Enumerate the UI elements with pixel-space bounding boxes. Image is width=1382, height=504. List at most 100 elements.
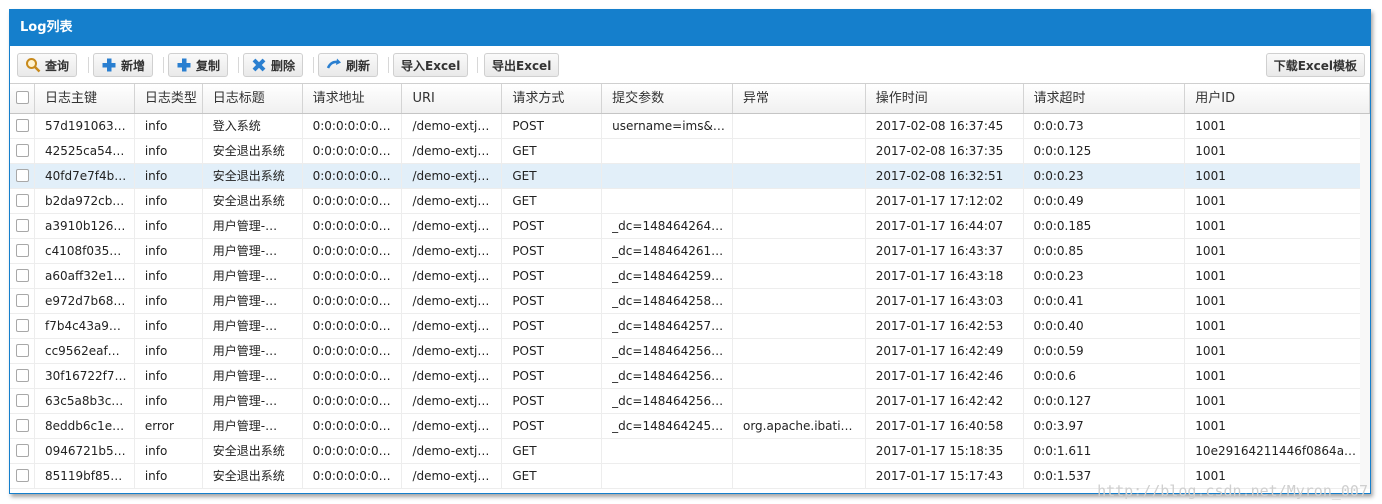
table-row[interactable]: 30f16722f7… info 用户管理-… 0:0:0:0:0:0…/demo-e… [10, 364, 1370, 389]
table-cell: 用户管理-… [203, 289, 303, 313]
table-cell: cc9562eaf… [35, 339, 135, 363]
table-cell: POST [502, 289, 603, 313]
table-row[interactable]: 63c5a8b3c… info 用户管理-… 0:0:0:0:0:0…/demo-ex… [10, 389, 1370, 414]
table-cell: 1001 [1185, 114, 1370, 138]
table-row[interactable]: cc9562eaf… info 用户管理-… 0:0:0:0:0:0…/demo-ex… [10, 339, 1370, 364]
row-checkbox[interactable] [10, 389, 35, 413]
table-row[interactable]: 57d191063… info 登入系统 0:0:0:0:0:0…/demo-extj… [10, 114, 1370, 139]
table-cell: 0:0:0:0:0:0… [303, 239, 403, 263]
column-header[interactable]: 请求地址 [303, 84, 403, 113]
column-header[interactable]: 日志主键 [35, 84, 135, 113]
table-cell [733, 289, 866, 313]
column-header[interactable]: 请求超时 [1024, 84, 1186, 113]
table-cell: _dc=148464258… [602, 289, 733, 313]
select-all-checkbox[interactable] [10, 84, 35, 113]
table-cell: 2017-02-08 16:37:35 [866, 139, 1024, 163]
row-checkbox[interactable] [10, 189, 35, 213]
refresh-button[interactable]: 刷新 [318, 53, 379, 77]
row-checkbox[interactable] [10, 339, 35, 363]
row-checkbox[interactable] [10, 364, 35, 388]
table-cell: 0:0:0:0:0:0… [303, 439, 403, 463]
table-cell: 安全退出系统 [203, 464, 303, 488]
import-excel-button[interactable]: 导入Excel [393, 53, 469, 77]
plus-icon [101, 57, 117, 73]
table-cell: 10e29164211446f0864a… [1185, 439, 1370, 463]
row-checkbox[interactable] [10, 464, 35, 488]
add-button[interactable]: 新增 [93, 53, 154, 77]
table-cell: POST [502, 214, 603, 238]
table-cell: 2017-02-08 16:37:45 [866, 114, 1024, 138]
table-cell: 0:0:0:0:0:0… [303, 114, 403, 138]
table-cell: GET [502, 164, 603, 188]
table-row[interactable]: e972d7b68… info 用户管理-… 0:0:0:0:0:0…/demo-ex… [10, 289, 1370, 314]
table-row[interactable]: 0946721b5… info 安全退出系统 0:0:0:0:0:0…/demo-ex… [10, 439, 1370, 464]
table-cell: 0:0:0:0:0:0… [303, 139, 403, 163]
column-header[interactable]: 提交参数 [602, 84, 733, 113]
table-cell: GET [502, 189, 603, 213]
table-cell: 2017-01-17 16:40:58 [866, 414, 1024, 438]
table-cell: /demo-extj… [402, 289, 503, 313]
table-cell: /demo-extj… [402, 439, 503, 463]
table-row[interactable]: a3910b126… info 用户管理-… 0:0:0:0:0:0…/demo-ex… [10, 214, 1370, 239]
column-header[interactable]: 异常 [733, 84, 866, 113]
table-cell [602, 464, 733, 488]
table-row[interactable]: a60aff32e1… info 用户管理-… 0:0:0:0:0:0…/demo-e… [10, 264, 1370, 289]
column-header[interactable]: 日志标题 [203, 84, 303, 113]
table-cell: info [135, 289, 203, 313]
table-cell: 安全退出系统 [203, 139, 303, 163]
copy-label: 复制 [196, 58, 221, 73]
table-cell: 2017-01-17 16:44:07 [866, 214, 1024, 238]
table-row[interactable]: c4108f035… info 用户管理-… 0:0:0:0:0:0…/demo-ex… [10, 239, 1370, 264]
toolbar-separator [88, 57, 89, 73]
table-row[interactable]: 42525ca54… info 安全退出系统 0:0:0:0:0:0…/demo-ex… [10, 139, 1370, 164]
table-cell: 0:0:0.59 [1024, 339, 1186, 363]
table-cell: 0:0:0:0:0:0… [303, 414, 403, 438]
table-cell: /demo-extj… [402, 414, 503, 438]
vertical-scrollbar[interactable] [1360, 114, 1370, 489]
table-cell: 用户管理-… [203, 314, 303, 338]
table-cell: 2017-01-17 16:42:46 [866, 364, 1024, 388]
column-header[interactable]: URI [402, 84, 503, 113]
table-cell: 2017-01-17 15:18:35 [866, 439, 1024, 463]
table-cell: 1001 [1185, 139, 1370, 163]
row-checkbox[interactable] [10, 314, 35, 338]
column-header[interactable]: 操作时间 [866, 84, 1024, 113]
download-template-button[interactable]: 下载Excel模板 [1265, 53, 1365, 77]
table-cell: 0:0:0.85 [1024, 239, 1186, 263]
table-cell: 0:0:0.73 [1024, 114, 1186, 138]
row-checkbox[interactable] [10, 264, 35, 288]
table-cell: 安全退出系统 [203, 164, 303, 188]
row-checkbox[interactable] [10, 414, 35, 438]
table-cell: POST [502, 339, 603, 363]
row-checkbox[interactable] [10, 439, 35, 463]
table-cell: 0:0:0.6 [1024, 364, 1186, 388]
table-cell: info [135, 139, 203, 163]
table-cell: e972d7b68… [35, 289, 135, 313]
delete-button[interactable]: 删除 [243, 53, 304, 77]
row-checkbox[interactable] [10, 214, 35, 238]
table-cell: 0:0:0.185 [1024, 214, 1186, 238]
row-checkbox[interactable] [10, 289, 35, 313]
table-cell: 安全退出系统 [203, 189, 303, 213]
table-cell: /demo-extj… [402, 314, 503, 338]
query-button[interactable]: 查询 [17, 53, 78, 77]
copy-button[interactable]: 复制 [168, 53, 229, 77]
table-row[interactable]: b2da972cb… info 安全退出系统 0:0:0:0:0:0…/demo-ex… [10, 189, 1370, 214]
table-cell: 0:0:0:0:0:0… [303, 214, 403, 238]
column-header[interactable]: 日志类型 [135, 84, 203, 113]
table-row[interactable]: 8eddb6c1e… error 用户管理-… 0:0:0:0:0:0…/demo-e… [10, 414, 1370, 439]
row-checkbox[interactable] [10, 164, 35, 188]
export-excel-button[interactable]: 导出Excel [484, 53, 560, 77]
table-row[interactable]: f7b4c43a9… info 用户管理-… 0:0:0:0:0:0…/demo-ex… [10, 314, 1370, 339]
column-header[interactable]: 用户ID [1185, 84, 1370, 113]
table-cell: POST [502, 114, 603, 138]
table-cell [733, 139, 866, 163]
search-icon [25, 57, 41, 73]
column-header[interactable]: 请求方式 [502, 84, 603, 113]
row-checkbox[interactable] [10, 139, 35, 163]
table-cell: 8eddb6c1e… [35, 414, 135, 438]
table-cell: 0:0:0.23 [1024, 264, 1186, 288]
row-checkbox[interactable] [10, 239, 35, 263]
row-checkbox[interactable] [10, 114, 35, 138]
table-row[interactable]: 40fd7e7f4b… info 安全退出系统 0:0:0:0:0:0…/demo-e… [10, 164, 1370, 189]
